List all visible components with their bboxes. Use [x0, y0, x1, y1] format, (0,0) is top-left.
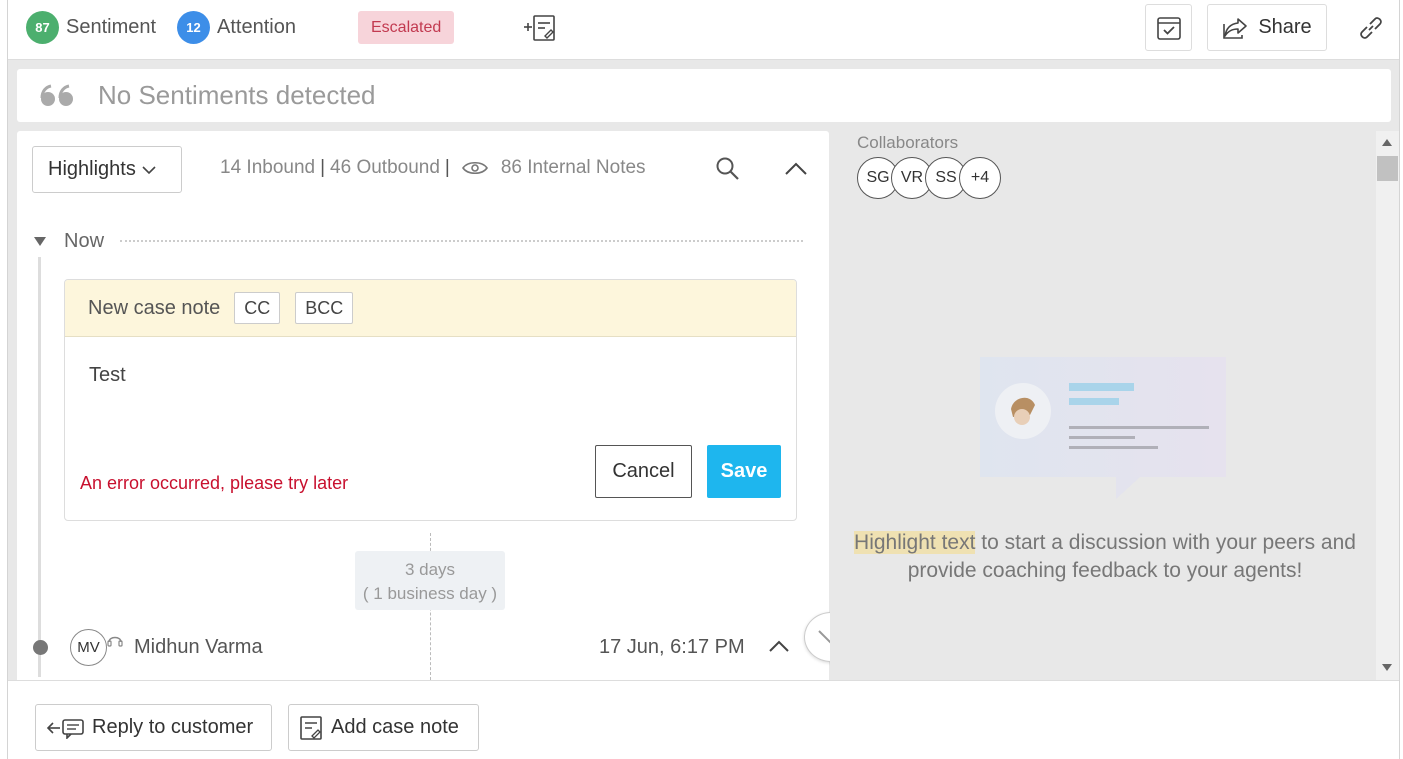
reply-label: Reply to customer: [92, 716, 254, 738]
collaborators-label: Collaborators: [857, 133, 959, 152]
search-icon[interactable]: [715, 156, 741, 182]
case-header-bar: 87 Sentiment 12 Attention Escalated Shar…: [8, 0, 1399, 60]
scrollbar-thumb[interactable]: [1377, 156, 1398, 181]
highlight-hint-text: Highlight text to start a discussion wit…: [850, 529, 1360, 585]
reply-to-customer-button[interactable]: Reply to customer: [35, 704, 272, 751]
bcc-button[interactable]: BCC: [295, 292, 354, 324]
checklist-icon: [1156, 16, 1181, 40]
cancel-button[interactable]: Cancel: [595, 445, 692, 498]
new-case-note-editor: New case note CC BCC Test An error occur…: [64, 279, 797, 521]
gap-business-days: ( 1 business day ): [362, 584, 498, 603]
timeline-dot: [33, 640, 48, 655]
time-gap-badge: 3 days ( 1 business day ): [355, 551, 505, 610]
share-button[interactable]: Share: [1207, 4, 1327, 51]
note-icon: [300, 715, 322, 740]
cc-button[interactable]: CC: [234, 292, 281, 324]
action-footer: Reply to customer Add case note: [8, 680, 1399, 759]
message-timestamp: 17 Jun, 6:17 PM: [599, 636, 745, 658]
add-case-note-label: Add case note: [331, 716, 459, 738]
timeline-line: [38, 257, 41, 677]
message-counts: 14 Inbound | 46 Outbound | 86 Internal N…: [220, 157, 646, 179]
outbound-count[interactable]: 46 Outbound: [330, 157, 440, 179]
share-label: Share: [1258, 16, 1312, 38]
discussion-illustration: [980, 357, 1226, 499]
note-title: New case note: [88, 296, 221, 319]
highlights-dropdown[interactable]: Highlights: [32, 146, 182, 193]
eye-icon: [461, 161, 488, 175]
add-case-note-button[interactable]: Add case note: [288, 704, 479, 751]
message-author: Midhun Varma: [134, 636, 263, 658]
reply-icon: [46, 718, 84, 739]
note-body-input[interactable]: Test: [89, 364, 126, 387]
link-icon[interactable]: [1356, 13, 1386, 43]
collaboration-panel: Collaborators SG VR SS +4 Highlight text…: [830, 131, 1374, 680]
note-add-icon[interactable]: [523, 13, 557, 43]
chevron-up-icon[interactable]: [782, 157, 810, 181]
conversation-panel: Highlights 14 Inbound | 46 Outbound | 86…: [17, 131, 829, 680]
save-button[interactable]: Save: [707, 445, 781, 498]
collaborator-avatars: SG VR SS +4: [857, 157, 1001, 199]
now-label: Now: [64, 229, 105, 252]
message-row[interactable]: MV Midhun Varma 17 Jun, 6:17 PM: [17, 628, 829, 668]
window-edge-left: [0, 0, 8, 759]
highlight-hint-body: to start a discussion with your peers an…: [907, 531, 1356, 582]
highlight-hint-emphasis: Highlight text: [854, 531, 976, 554]
sentiment-score-badge: 87: [26, 11, 59, 44]
attention-label: Attention: [217, 16, 296, 38]
scroll-up-arrow-icon[interactable]: [1382, 139, 1392, 146]
sentiment-score[interactable]: 87 Sentiment: [26, 11, 156, 44]
scroll-down-arrow-icon[interactable]: [1382, 664, 1392, 671]
quote-icon: [40, 84, 73, 106]
highlights-label: Highlights: [48, 158, 136, 180]
vertical-scrollbar[interactable]: [1376, 131, 1399, 680]
caret-down-icon: [34, 237, 46, 246]
attention-score-badge: 12: [177, 11, 210, 44]
gap-days: 3 days: [404, 560, 456, 579]
avatar: MV: [70, 629, 107, 666]
sentiment-summary-text: No Sentiments detected: [98, 80, 376, 110]
internal-notes-count[interactable]: 86 Internal Notes: [501, 157, 646, 179]
more-collaborators-badge[interactable]: +4: [959, 157, 1001, 199]
note-header: New case note CC BCC: [65, 280, 796, 337]
escalated-status-badge[interactable]: Escalated: [358, 11, 455, 44]
count-separator: |: [320, 157, 326, 178]
share-icon: [1223, 17, 1248, 39]
dotted-divider: [120, 240, 803, 242]
timeline-now-header[interactable]: Now: [33, 227, 803, 255]
attention-score[interactable]: 12 Attention: [177, 11, 296, 44]
headset-icon: [107, 636, 123, 647]
sentiment-label: Sentiment: [66, 16, 157, 38]
sentiment-summary-bar: No Sentiments detected: [17, 69, 1391, 122]
inbound-count[interactable]: 14 Inbound: [220, 157, 315, 179]
save-case-button[interactable]: [1145, 4, 1192, 51]
chevron-up-icon[interactable]: [767, 636, 791, 656]
error-message: An error occurred, please try later: [80, 473, 349, 493]
window-edge-right: [1399, 0, 1403, 759]
chevron-down-icon: [142, 165, 156, 174]
count-separator: |: [444, 157, 450, 178]
